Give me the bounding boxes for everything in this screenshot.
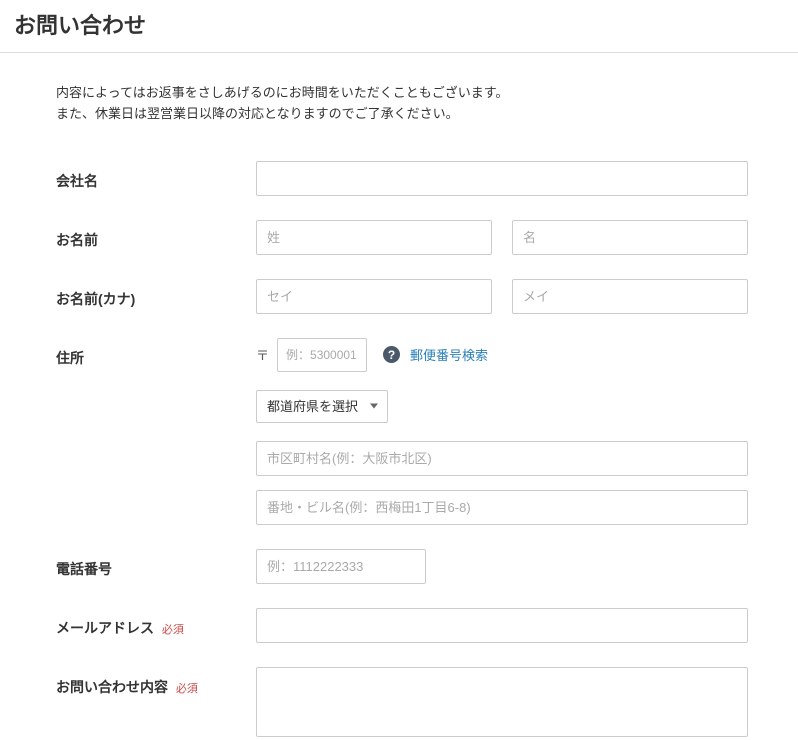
help-icon: ? xyxy=(383,346,400,363)
row-address: 住所 〒 ? 郵便番号検索 都道府県を選択 xyxy=(56,338,748,549)
city-input[interactable] xyxy=(256,441,748,476)
prefecture-select[interactable]: 都道府県を選択 xyxy=(256,390,388,423)
intro-line-2: また、休業日は翌営業日以降の対応となりますのでご了承ください。 xyxy=(56,104,748,125)
content-textarea[interactable] xyxy=(256,667,748,737)
row-content: お問い合わせ内容 必須 xyxy=(56,667,748,740)
form-content: 内容によってはお返事をさしあげるのにお時間をいただくこともございます。 また、休… xyxy=(0,53,798,740)
label-email-text: メールアドレス xyxy=(56,620,154,636)
postal-row: 〒 ? 郵便番号検索 xyxy=(256,338,748,372)
company-input[interactable] xyxy=(256,161,748,196)
label-company: 会社名 xyxy=(56,161,256,191)
street-input[interactable] xyxy=(256,490,748,525)
label-address: 住所 xyxy=(56,338,256,368)
required-badge: 必須 xyxy=(176,683,198,695)
label-email: メールアドレス 必須 xyxy=(56,608,256,638)
row-phone: 電話番号 xyxy=(56,549,748,584)
mei-input[interactable] xyxy=(512,220,748,255)
intro-line-1: 内容によってはお返事をさしあげるのにお時間をいただくこともございます。 xyxy=(56,83,748,104)
label-content: お問い合わせ内容 必須 xyxy=(56,667,256,697)
label-name-kana: お名前(カナ) xyxy=(56,279,256,309)
postal-search-link[interactable]: 郵便番号検索 xyxy=(410,345,488,364)
postal-mark: 〒 xyxy=(256,345,269,364)
label-name: お名前 xyxy=(56,220,256,250)
row-name: お名前 xyxy=(56,220,748,255)
intro-text: 内容によってはお返事をさしあげるのにお時間をいただくこともございます。 また、休… xyxy=(56,83,748,125)
sei-kana-input[interactable] xyxy=(256,279,492,314)
sei-input[interactable] xyxy=(256,220,492,255)
phone-input[interactable] xyxy=(256,549,426,584)
postal-input[interactable] xyxy=(277,338,367,372)
required-badge: 必須 xyxy=(162,624,184,636)
prefecture-select-wrap: 都道府県を選択 xyxy=(256,390,388,423)
label-phone: 電話番号 xyxy=(56,549,256,579)
label-content-text: お問い合わせ内容 xyxy=(56,679,168,695)
mei-kana-input[interactable] xyxy=(512,279,748,314)
row-name-kana: お名前(カナ) xyxy=(56,279,748,314)
row-company: 会社名 xyxy=(56,161,748,196)
page-title: お問い合わせ xyxy=(0,0,798,53)
email-input[interactable] xyxy=(256,608,748,643)
row-email: メールアドレス 必須 xyxy=(56,608,748,643)
